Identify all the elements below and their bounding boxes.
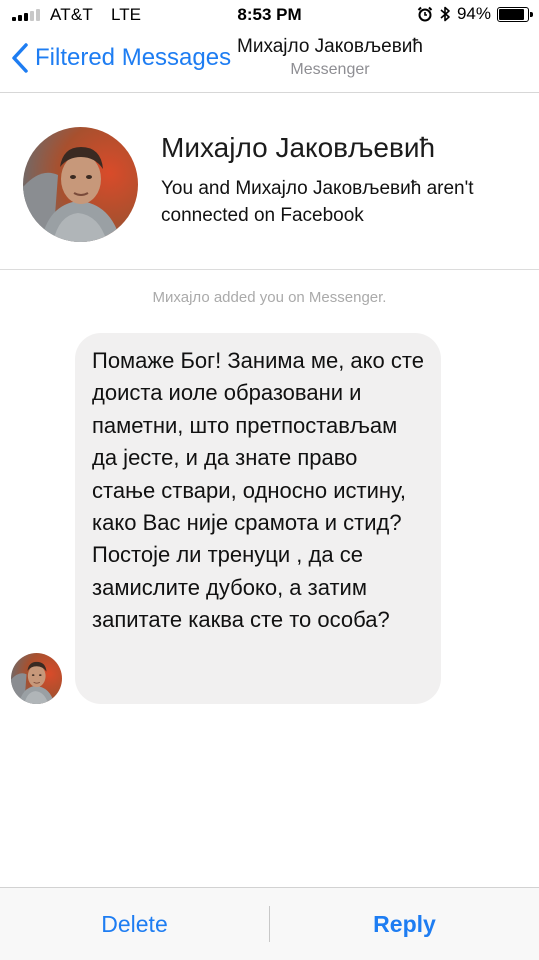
profile-header: Михајло Јаковљевић You and Михајло Јаков… (0, 93, 539, 270)
profile-name: Михајло Јаковљевић (161, 132, 436, 163)
back-label: Filtered Messages (35, 44, 232, 71)
status-bar: AT&T LTE 8:53 PM 94% (0, 0, 539, 30)
chevron-left-icon (12, 43, 28, 73)
battery-fill (499, 8, 524, 20)
nav-bar: Filtered Messages Михајло Јаковљевић Mes… (0, 30, 539, 93)
avatar-photo (23, 127, 138, 242)
connection-note: You and Михајло Јаковљевић aren't connec… (161, 178, 474, 226)
battery-percent: 94% (456, 4, 491, 23)
message-bubble[interactable]: Помаже Бог! Занима ме, ако сте доиста ио… (75, 333, 441, 704)
reply-button[interactable]: Reply (270, 888, 539, 960)
avatar[interactable] (23, 127, 138, 242)
battery-icon (497, 6, 533, 22)
nav-subtitle: Messenger (290, 61, 370, 78)
sender-avatar[interactable] (11, 653, 62, 704)
back-button[interactable]: Filtered Messages (10, 42, 231, 74)
status-right: 94% (417, 4, 533, 24)
nav-title: Михајло Јаковљевић (237, 36, 423, 57)
delete-button[interactable]: Delete (0, 888, 269, 960)
alarm-icon (417, 6, 433, 22)
action-bar: Delete Reply (0, 887, 539, 960)
sender-avatar-photo (11, 653, 62, 704)
system-note: Михајло added you on Messenger. (152, 289, 387, 306)
bluetooth-icon (440, 6, 450, 22)
